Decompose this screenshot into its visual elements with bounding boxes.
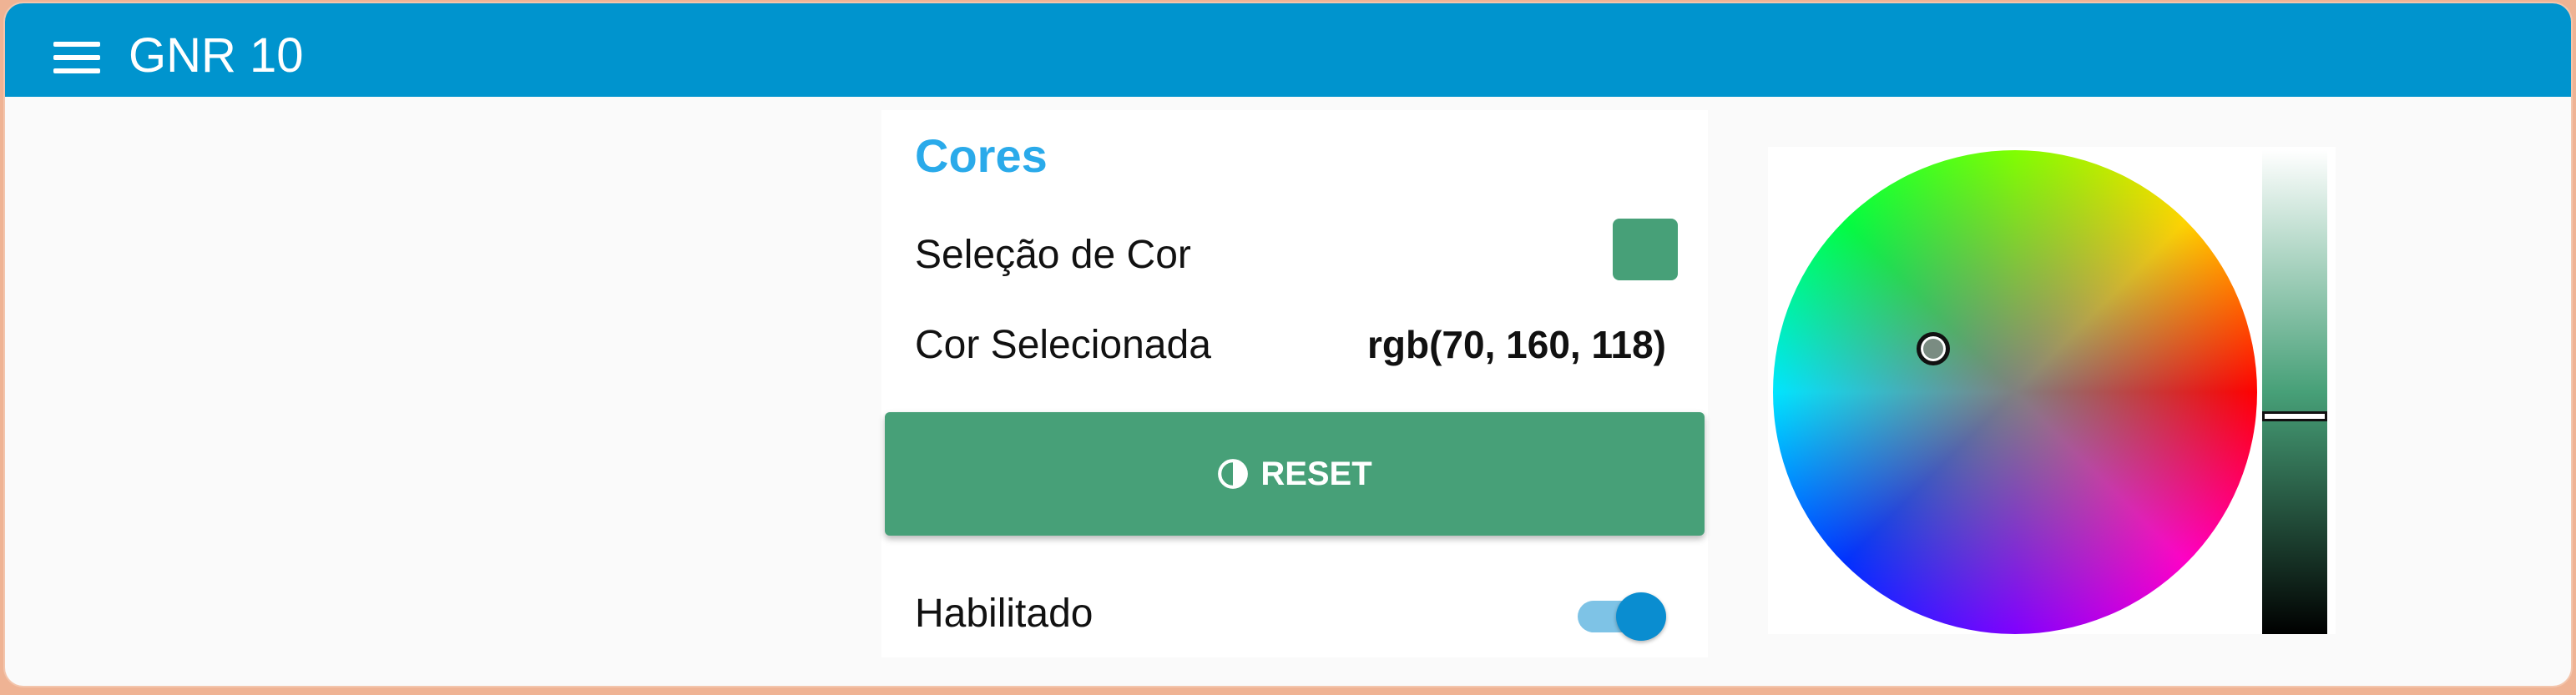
color-selection-label: Seleção de Cor: [915, 233, 1191, 277]
top-app-bar: GNR 10: [5, 3, 2571, 97]
enabled-toggle-switch[interactable]: [1574, 589, 1666, 642]
color-picker-panel: [1768, 147, 2336, 634]
reset-button[interactable]: RESET: [885, 412, 1705, 536]
toggle-thumb: [1616, 592, 1666, 641]
brightness-slider-handle[interactable]: [2262, 411, 2327, 421]
hue-saturation-wheel[interactable]: [1773, 150, 2257, 634]
app-window: GNR 10 Cores Seleção de Cor Cor Selecion…: [5, 3, 2571, 686]
group-title: Cores: [915, 129, 1048, 182]
page-title: GNR 10: [129, 28, 304, 83]
contrast-icon: [1218, 459, 1249, 489]
enabled-label: Habilitado: [915, 592, 1094, 636]
reset-button-label: RESET: [1260, 455, 1372, 492]
wheel-selector-handle[interactable]: [1917, 332, 1950, 365]
selected-color-value: rgb(70, 160, 118): [1367, 323, 1666, 366]
color-swatch-button[interactable]: [1613, 219, 1678, 280]
brightness-slider[interactable]: [2262, 150, 2327, 634]
selected-color-label: Cor Selecionada: [915, 323, 1211, 367]
hamburger-menu-icon[interactable]: [48, 28, 107, 87]
colors-group-card: Cores Seleção de Cor Cor Selecionada rgb…: [881, 110, 1708, 657]
